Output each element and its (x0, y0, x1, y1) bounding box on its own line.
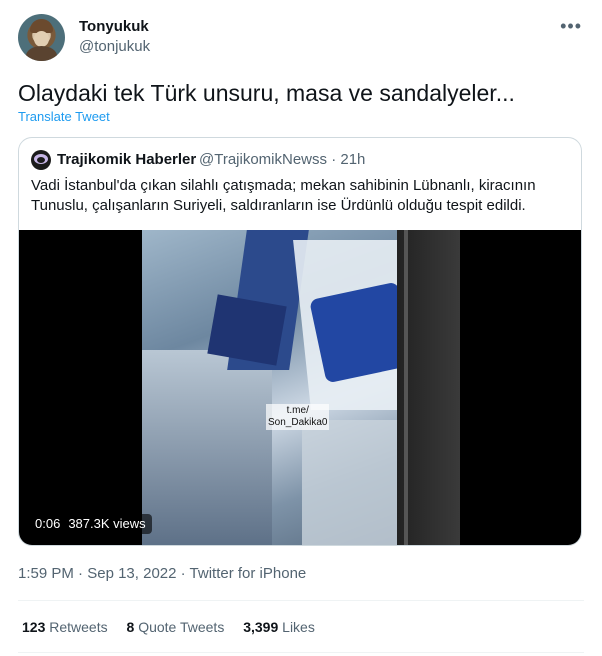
author-avatar[interactable] (18, 14, 65, 61)
tweet-text: Olaydaki tek Türk unsuru, masa ve sandal… (18, 80, 515, 106)
author-name[interactable]: Tonyukuk (79, 18, 149, 35)
tweet-source[interactable]: Twitter for iPhone (190, 565, 307, 582)
watermark-line-2: Son_Dakika0 (268, 417, 328, 428)
avatar-body (26, 46, 57, 61)
divider (18, 652, 584, 653)
video-scene-shape (207, 294, 287, 366)
meta-separator: · (180, 565, 186, 582)
retweets-count: 123 (22, 619, 46, 635)
quoted-author-handle: @TrajikomikNewss (199, 151, 328, 168)
tweet-stats: 123 Retweets 8 Quote Tweets 3,399 Likes (22, 619, 330, 635)
retweets-label: Retweets (49, 619, 108, 635)
likes-count: 3,399 (243, 619, 279, 635)
video-watermark: t.me/ Son_Dakika0 (266, 404, 330, 430)
watermark-line-1: t.me/ (286, 405, 309, 416)
likes-stat[interactable]: 3,399 Likes (243, 619, 315, 635)
video-info-badge: 0:06 387.3K views (29, 514, 152, 534)
video-duration: 0:06 (35, 516, 61, 531)
quoted-author-meta: @TrajikomikNewss · 21h (199, 151, 365, 168)
avatar-face (34, 31, 49, 47)
quotes-label: Quote Tweets (138, 619, 225, 635)
quote-tweets-stat[interactable]: 8 Quote Tweets (127, 619, 225, 635)
tweet-date[interactable]: Sep 13, 2022 (87, 565, 176, 582)
quoted-tweet[interactable]: Trajikomik Haberler @TrajikomikNewss · 2… (18, 137, 582, 546)
video-scene-shape (142, 350, 272, 545)
tweet-time[interactable]: 1:59 PM (18, 565, 74, 582)
video-player[interactable]: t.me/ Son_Dakika0 0:06 387.3K views (19, 230, 581, 545)
video-scene-shape (404, 230, 408, 545)
likes-label: Likes (282, 619, 315, 635)
more-options-icon[interactable]: ••• (560, 16, 582, 37)
quoted-author-name: Trajikomik Haberler (57, 151, 197, 168)
quoted-tweet-text: Vadi İstanbul'da çıkan silahlı çatışmada… (31, 177, 536, 214)
video-views: 387.3K views (68, 516, 146, 531)
retweets-stat[interactable]: 123 Retweets (22, 619, 108, 635)
translate-tweet-link[interactable]: Translate Tweet (18, 109, 110, 124)
avatar-ring-inner (37, 157, 45, 163)
divider (18, 600, 584, 601)
meta-separator: · (78, 565, 84, 582)
quoted-author-avatar (31, 150, 51, 170)
quotes-count: 8 (126, 619, 135, 635)
tweet-card: Tonyukuk @tonjukuk ••• Olaydaki tek Türk… (0, 0, 602, 656)
tweet-header: Tonyukuk @tonjukuk ••• (18, 14, 584, 62)
meta-separator: · (331, 151, 337, 168)
video-frame (142, 230, 460, 545)
tweet-timestamp: 1:59 PM · Sep 13, 2022 · Twitter for iPh… (18, 565, 306, 582)
quoted-tweet-time: 21h (340, 151, 366, 168)
author-handle[interactable]: @tonjukuk (79, 38, 150, 55)
